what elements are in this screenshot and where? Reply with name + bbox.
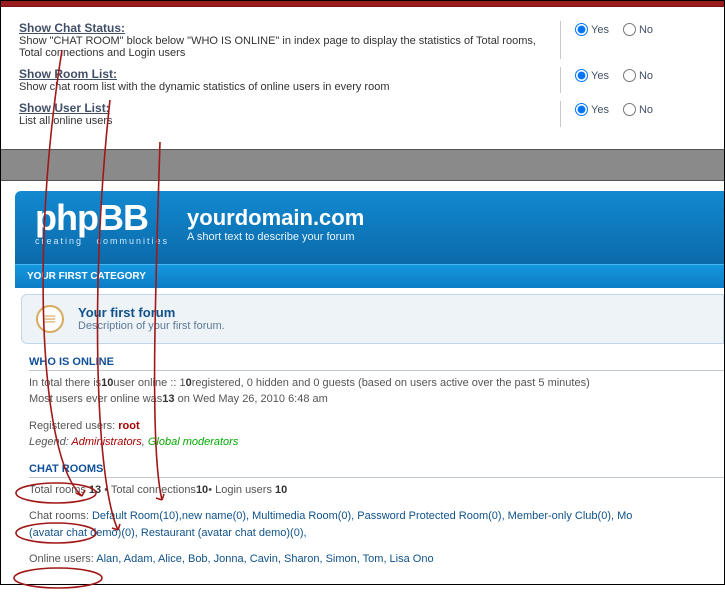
setting-desc: List all online users (19, 115, 548, 127)
radio-yes[interactable]: Yes (575, 103, 609, 116)
text: In total there is (29, 377, 101, 389)
user-links[interactable]: Alan, Adam, Alice, Bob, Jonna, Cavin, Sh… (96, 553, 433, 565)
reg-users: Registered users: root (29, 418, 724, 435)
radio-no-label: No (639, 70, 653, 82)
text: Legend: (29, 436, 71, 448)
text: Chat rooms: (29, 510, 92, 522)
category-bar[interactable]: YOUR FIRST CATEGORY (15, 264, 724, 288)
site-tagline: A short text to describe your forum (187, 231, 364, 243)
text: registered, 0 hidden and 0 guests (based… (192, 377, 590, 389)
count: 13 (89, 484, 101, 496)
settings-panel: Show Chat Status: Show "CHAT ROOM" block… (1, 7, 724, 149)
chat-room-list-2: (avatar chat demo)(0), Restaurant (avata… (29, 525, 724, 542)
forum-row[interactable]: Your first forum Description of your fir… (21, 294, 724, 344)
radio-no[interactable]: No (623, 69, 653, 82)
text: on Wed May 26, 2010 6:48 am (175, 393, 328, 405)
radio-no-input[interactable] (623, 23, 636, 36)
room-links[interactable]: Default Room(10),new name(0), Multimedia… (92, 510, 632, 522)
setting-label: Show Chat Status: (19, 21, 125, 35)
forum-icon (36, 305, 64, 333)
setting-show-room-list: Show Room List: Show chat room list with… (19, 67, 706, 93)
setting-show-user-list: Show User List: List all online users Ye… (19, 101, 706, 127)
text: Online users: (29, 553, 96, 565)
radio-no-label: No (639, 104, 653, 116)
radio-yes[interactable]: Yes (575, 69, 609, 82)
text: Most users ever online was (29, 393, 162, 405)
group-admins[interactable]: Administrators (71, 436, 141, 448)
text: Registered users: (29, 420, 118, 432)
radio-yes-label: Yes (591, 104, 609, 116)
text: user online :: 1 (113, 377, 185, 389)
site-title: yourdomain.com (187, 205, 364, 231)
radio-yes-input[interactable] (575, 69, 588, 82)
setting-desc: Show "CHAT ROOM" block below "WHO IS ONL… (19, 35, 548, 59)
radio-no-label: No (639, 24, 653, 36)
forum-preview: phpBB creating communities yourdomain.co… (1, 181, 724, 584)
radio-yes[interactable]: Yes (575, 23, 609, 36)
setting-label: Show User List: (19, 101, 110, 115)
chat-rooms-section: CHAT ROOMS Total rooms 13 • Total connec… (15, 457, 724, 574)
radio-no-input[interactable] (623, 69, 636, 82)
count: 13 (162, 393, 174, 405)
who-is-online-section: WHO IS ONLINE In total there is10user on… (15, 350, 724, 457)
count: 10 (196, 484, 208, 496)
forum-desc: Description of your first forum. (78, 320, 225, 332)
who-line2: Most users ever online was13 on Wed May … (29, 391, 724, 408)
who-line1: In total there is10user online :: 10regi… (29, 375, 724, 392)
radio-yes-input[interactable] (575, 23, 588, 36)
text: • Total connections (101, 484, 196, 496)
text: Total rooms (29, 484, 89, 496)
legend: Legend: Administrators, Global moderator… (29, 434, 724, 451)
phpbb-logo: phpBB creating communities (35, 203, 169, 246)
setting-label: Show Room List: (19, 67, 117, 81)
divider-band (1, 149, 724, 181)
radio-yes-label: Yes (591, 24, 609, 36)
group-mods[interactable]: Global moderators (148, 436, 239, 448)
chat-totals: Total rooms 13 • Total connections10• Lo… (29, 482, 724, 499)
radio-yes-input[interactable] (575, 103, 588, 116)
forum-header: phpBB creating communities yourdomain.co… (15, 191, 724, 264)
count: 10 (101, 377, 113, 389)
radio-no[interactable]: No (623, 23, 653, 36)
radio-no-input[interactable] (623, 103, 636, 116)
chat-room-list: Chat rooms: Default Room(10),new name(0)… (29, 508, 724, 525)
setting-desc: Show chat room list with the dynamic sta… (19, 81, 548, 93)
who-heading: WHO IS ONLINE (29, 356, 724, 371)
user-link-root[interactable]: root (118, 420, 139, 432)
count: 10 (275, 484, 287, 496)
online-users-line: Online users: Alan, Adam, Alice, Bob, Jo… (29, 551, 724, 568)
radio-yes-label: Yes (591, 70, 609, 82)
forum-title-link[interactable]: Your first forum (78, 305, 175, 320)
room-links[interactable]: (avatar chat demo)(0), Restaurant (avata… (29, 527, 307, 539)
chat-heading: CHAT ROOMS (29, 463, 724, 478)
radio-no[interactable]: No (623, 103, 653, 116)
text: • Login users (208, 484, 275, 496)
setting-show-chat-status: Show Chat Status: Show "CHAT ROOM" block… (19, 21, 706, 59)
